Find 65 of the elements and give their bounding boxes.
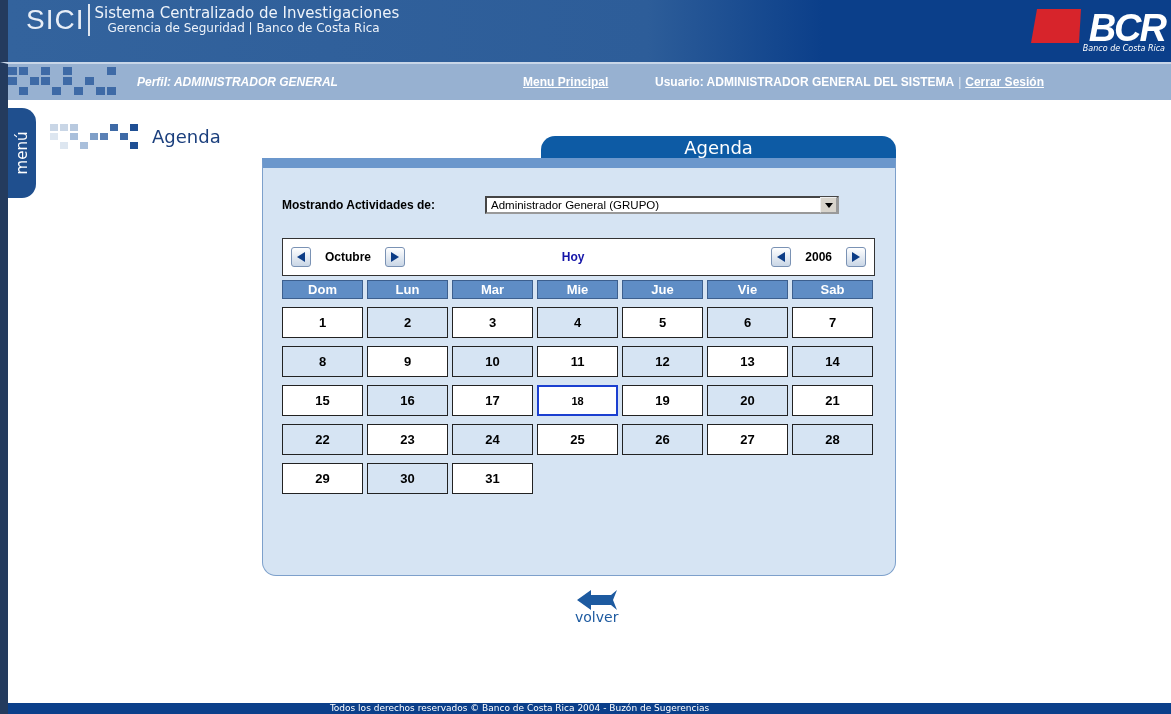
app-subtitle: Gerencia de Seguridad | Banco de Costa Rica (106, 21, 380, 35)
squares-pattern-icon (50, 122, 140, 150)
day-cell[interactable]: 9 (367, 346, 448, 377)
separator: | (958, 75, 962, 89)
day-cell[interactable]: 23 (367, 424, 448, 455)
right-triangle-icon (391, 252, 399, 262)
weekday-header: Vie (707, 280, 788, 299)
month-label: Octubre (325, 250, 371, 264)
day-cell[interactable]: 28 (792, 424, 873, 455)
day-cell[interactable]: 22 (282, 424, 363, 455)
left-triangle-icon (777, 252, 786, 262)
profile-label: Perfil: ADMINISTRADOR GENERAL (137, 75, 339, 89)
day-cell[interactable]: 19 (622, 385, 703, 416)
previous-month-button[interactable] (291, 247, 311, 267)
day-cell[interactable]: 11 (537, 346, 618, 377)
right-triangle-icon (852, 252, 860, 262)
day-cell[interactable]: 8 (282, 346, 363, 377)
app-title: Sistema Centralizado de Investigaciones (94, 5, 400, 22)
today-link[interactable]: Hoy (561, 250, 585, 264)
day-cell[interactable]: 21 (792, 385, 873, 416)
day-cell[interactable]: 13 (707, 346, 788, 377)
day-cell[interactable]: 12 (622, 346, 703, 377)
footer-text: Todos los derechos reservados © Banco de Costa Rica 2004 - Buzón de Sugerencias (329, 703, 710, 713)
day-cell[interactable]: 18 (537, 385, 618, 416)
day-cell[interactable]: 1 (282, 307, 363, 338)
day-cell[interactable]: 16 (367, 385, 448, 416)
previous-year-button[interactable] (771, 247, 792, 267)
weekday-header: Sab (792, 280, 873, 299)
day-cell[interactable]: 26 (622, 424, 703, 455)
day-cell[interactable]: 7 (792, 307, 873, 338)
squares-pattern-icon (8, 67, 118, 97)
day-cell[interactable]: 20 (707, 385, 788, 416)
day-cell[interactable]: 29 (282, 463, 363, 494)
filter-label: Mostrando Actividades de: (282, 198, 436, 212)
user-label: Usuario: ADMINISTRADOR GENERAL DEL SISTEMA (655, 75, 955, 89)
weekday-header: Dom (282, 280, 363, 299)
day-cell[interactable]: 5 (622, 307, 703, 338)
back-arrow-icon (576, 590, 617, 610)
day-cell[interactable]: 14 (792, 346, 873, 377)
day-cell[interactable]: 3 (452, 307, 533, 338)
side-menu-tab[interactable]: menú (8, 108, 36, 198)
year-label: 2006 (805, 250, 832, 264)
weekday-header: Lun (367, 280, 448, 299)
day-cell[interactable]: 2 (367, 307, 448, 338)
logo-mark-icon (1030, 9, 1081, 43)
page-title: Agenda (152, 125, 221, 147)
left-triangle-icon (297, 252, 305, 262)
next-month-button[interactable] (385, 247, 405, 267)
day-cell[interactable]: 25 (537, 424, 618, 455)
day-cell[interactable]: 31 (452, 463, 533, 494)
day-cell[interactable]: 10 (452, 346, 533, 377)
day-cell[interactable]: 6 (707, 307, 788, 338)
day-cell[interactable]: 27 (707, 424, 788, 455)
weekday-header: Mie (537, 280, 618, 299)
day-cell[interactable]: 17 (452, 385, 533, 416)
back-link[interactable]: volver (575, 590, 619, 624)
day-cell[interactable]: 30 (367, 463, 448, 494)
app-logo: SICI (26, 4, 91, 36)
day-cell[interactable]: 24 (452, 424, 533, 455)
day-cell[interactable]: 4 (537, 307, 618, 338)
weekday-header: Jue (622, 280, 703, 299)
day-cell[interactable]: 15 (282, 385, 363, 416)
weekday-header: Mar (452, 280, 533, 299)
next-year-button[interactable] (846, 247, 866, 267)
group-dropdown[interactable]: Administrador General (GRUPO) (485, 196, 839, 214)
